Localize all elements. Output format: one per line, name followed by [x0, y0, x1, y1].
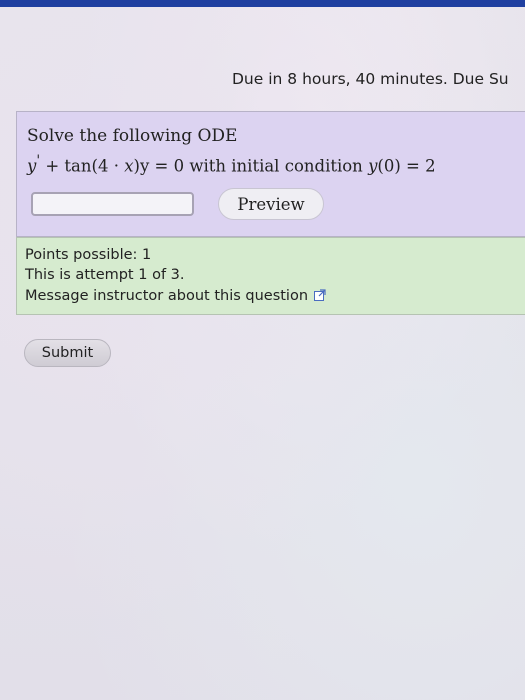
question-prompt: Solve the following ODE	[27, 126, 238, 146]
eq-equals-zero: = 0	[149, 156, 185, 176]
external-link-icon[interactable]	[314, 289, 326, 301]
question-info-panel: Points possible: 1 This is attempt 1 of …	[16, 237, 525, 315]
question-equation: y' + tan(4 · x)y = 0 with initial condit…	[27, 153, 436, 176]
question-panel: Solve the following ODE y' + tan(4 · x)y…	[16, 111, 525, 237]
points-possible-text: Points possible: 1	[25, 247, 152, 263]
eq-y: y	[27, 156, 37, 176]
message-instructor-link[interactable]: Message instructor about this question	[25, 288, 326, 304]
top-bar	[0, 0, 525, 7]
eq-x: x	[124, 156, 134, 176]
message-instructor-label[interactable]: Message instructor about this question	[25, 288, 308, 304]
eq-y-ic: y	[368, 156, 378, 176]
submit-button[interactable]: Submit	[24, 339, 111, 367]
answer-input[interactable]	[31, 192, 194, 216]
eq-ic-rest: (0) = 2	[377, 156, 436, 176]
due-date-text: Due in 8 hours, 40 minutes. Due Su	[232, 70, 509, 88]
attempt-text: This is attempt 1 of 3.	[25, 267, 185, 283]
eq-with-text: with initial condition	[184, 156, 369, 176]
preview-button[interactable]: Preview	[218, 188, 324, 220]
eq-close-y: )y	[133, 156, 150, 176]
eq-plus-tan: + tan(4 ·	[40, 156, 125, 176]
